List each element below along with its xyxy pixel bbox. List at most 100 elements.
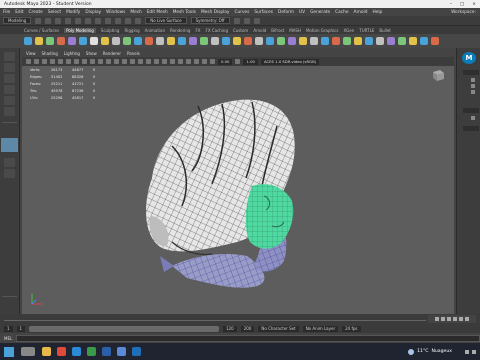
gamma-icon[interactable] <box>235 59 241 64</box>
shelf-tool-icon[interactable] <box>233 37 241 45</box>
fps-dropdown[interactable]: 24 fps <box>342 325 361 332</box>
shelf-tool-icon[interactable] <box>376 37 384 45</box>
viewport-menu-show[interactable]: Show <box>86 51 97 56</box>
paint-select-tool-icon[interactable] <box>4 74 15 83</box>
lasso-tool-icon[interactable] <box>4 63 15 72</box>
go-to-end-icon[interactable] <box>465 317 469 321</box>
workspace-label[interactable]: Workspace: <box>451 10 480 15</box>
channel-box-tab[interactable] <box>463 70 479 75</box>
shelf-tab-rendering[interactable]: Rendering <box>170 28 190 33</box>
shelf-tool-icon[interactable] <box>200 37 208 45</box>
shelf-tool-icon[interactable] <box>332 37 340 45</box>
minimize-button[interactable]: – <box>450 2 452 7</box>
redo-icon[interactable] <box>75 17 82 24</box>
exposure-field[interactable]: 0.00 <box>218 58 233 65</box>
ambient-occlusion-icon[interactable] <box>154 59 159 64</box>
menu-help[interactable]: Help <box>372 10 382 15</box>
shelf-tool-icon[interactable] <box>79 37 87 45</box>
menu-mesh-tools[interactable]: Mesh Tools <box>173 10 196 15</box>
shelf-tab-poly-modeling[interactable]: Poly Modeling <box>64 27 96 33</box>
shelf-tab-bifrost[interactable]: Bifrost <box>271 28 284 33</box>
menu-curves[interactable]: Curves <box>234 10 249 15</box>
camera-attributes-icon[interactable] <box>34 59 39 64</box>
shelf-tab-mash[interactable]: MASH <box>289 28 301 33</box>
bookmark-icon[interactable] <box>42 59 47 64</box>
shelf-tab-animation[interactable]: Animation <box>145 28 165 33</box>
shelf-tool-icon[interactable] <box>35 37 43 45</box>
shelf-tab-bullet[interactable]: Bullet <box>379 28 391 33</box>
shelf-tab-arnold[interactable]: Arnold <box>253 28 266 33</box>
viewport-menu-lighting[interactable]: Lighting <box>64 51 80 56</box>
menu-generate[interactable]: Generate <box>310 10 330 15</box>
menu-mesh-display[interactable]: Mesh Display <box>201 10 230 15</box>
layer-editor-tab[interactable] <box>463 108 479 113</box>
motion-blur-icon[interactable] <box>162 59 167 64</box>
mode-dropdown[interactable]: Modeling <box>3 17 32 24</box>
menu-edit[interactable]: Edit <box>15 10 23 15</box>
taskbar-app-icon[interactable] <box>117 347 126 356</box>
menu-deform[interactable]: Deform <box>278 10 294 15</box>
menu-create[interactable]: Create <box>29 10 43 15</box>
shelf-tool-icon[interactable] <box>24 37 32 45</box>
perspective-viewport[interactable]: Verts: 26173 44877 0 Edges: 51402 88328 0 Faces:… <box>22 66 454 314</box>
network-icon[interactable] <box>465 349 469 354</box>
shelf-tool-icon[interactable] <box>145 37 153 45</box>
shelf-tool-icon[interactable] <box>288 37 296 45</box>
snap-grid-icon[interactable] <box>115 17 122 24</box>
step-back-icon[interactable] <box>441 317 445 321</box>
render-icon[interactable] <box>233 17 240 24</box>
menu-display[interactable]: Display <box>85 10 101 15</box>
shelf-tool-icon[interactable] <box>310 37 318 45</box>
maximize-button[interactable]: □ <box>460 2 464 7</box>
range-end-field[interactable]: 200 <box>240 325 255 332</box>
shelf-tool-icon[interactable] <box>299 37 307 45</box>
render-settings-icon[interactable] <box>253 17 260 24</box>
shelf-tool-icon[interactable] <box>398 37 406 45</box>
playback-end-field[interactable]: 120 <box>223 325 237 332</box>
taskbar-app-icon[interactable] <box>72 347 81 356</box>
shelf-tool-icon[interactable] <box>244 37 252 45</box>
time-slider-ruler[interactable] <box>4 315 426 321</box>
wireframe-on-shaded-icon[interactable] <box>122 59 127 64</box>
symmetry-dropdown[interactable]: Symmetry: Off <box>190 17 230 24</box>
scale-tool-icon[interactable] <box>4 107 15 116</box>
image-plane-icon[interactable] <box>50 59 55 64</box>
menu-mesh[interactable]: Mesh <box>130 10 141 15</box>
shelf-tool-icon[interactable] <box>57 37 65 45</box>
shelf-tool-icon[interactable] <box>387 37 395 45</box>
snap-curve-icon[interactable] <box>125 17 132 24</box>
step-forward-icon[interactable] <box>459 317 463 321</box>
shelf-tool-icon[interactable] <box>123 37 131 45</box>
select-hierarchy-icon[interactable] <box>85 17 92 24</box>
outliner-layout-icon[interactable] <box>4 169 15 178</box>
mel-label[interactable]: MEL <box>4 336 12 341</box>
start-icon[interactable] <box>4 346 14 357</box>
playback-start-field[interactable]: 1 <box>16 325 26 332</box>
menu-surfaces[interactable]: Surfaces <box>254 10 273 15</box>
select-component-icon[interactable] <box>105 17 112 24</box>
shelf-tab-rigging[interactable]: Rigging <box>124 28 139 33</box>
shelf-tool-icon[interactable] <box>112 37 120 45</box>
shelf-tool-icon[interactable] <box>90 37 98 45</box>
gate-mask-icon[interactable] <box>82 59 87 64</box>
range-start-field[interactable]: 1 <box>4 325 13 332</box>
shelf-tool-icon[interactable] <box>167 37 175 45</box>
xray-components-icon[interactable] <box>210 59 215 64</box>
weather-widget[interactable]: 11°C Nuageux <box>408 348 458 355</box>
move-tool-icon[interactable] <box>4 85 15 94</box>
tool-settings-icon[interactable] <box>471 84 475 88</box>
wireframe-icon[interactable] <box>106 59 111 64</box>
close-button[interactable]: × <box>472 2 476 7</box>
menu-modify[interactable]: Modify <box>66 10 80 15</box>
shelf-tab-fx[interactable]: FX <box>195 28 200 33</box>
resolution-gate-icon[interactable] <box>74 59 79 64</box>
shelf-tab-xgen[interactable]: XGen <box>343 28 354 33</box>
grid-icon[interactable] <box>58 59 63 64</box>
live-surface-field[interactable]: No Live Surface <box>145 17 187 24</box>
attribute-editor-icon[interactable] <box>471 78 475 82</box>
shelf-tool-icon[interactable] <box>211 37 219 45</box>
menu-edit-mesh[interactable]: Edit Mesh <box>147 10 168 15</box>
menu-uv[interactable]: UV <box>299 10 305 15</box>
range-bar[interactable] <box>29 325 220 332</box>
xray-joints-icon[interactable] <box>202 59 207 64</box>
